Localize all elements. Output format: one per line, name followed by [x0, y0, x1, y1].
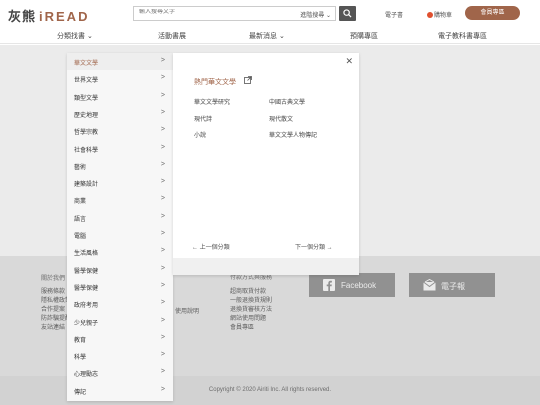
advanced-search-link[interactable]: 進階搜尋 ⌄: [300, 10, 331, 19]
search-icon: [343, 9, 352, 18]
category-item[interactable]: 類型文學 >: [67, 88, 173, 105]
chevron-right-icon: >: [160, 316, 165, 324]
nav-news[interactable]: 最新消息 ⌄: [249, 31, 285, 41]
subcategory-link[interactable]: 現代散文: [269, 114, 293, 123]
subcategory-panel: ✕ 熱門華文文學 華文文學研究 中國古典文學 現代詩 現代散文 小說 華文文學人…: [173, 53, 359, 275]
search-button[interactable]: [339, 6, 356, 21]
chevron-right-icon: >: [160, 57, 165, 64]
category-item[interactable]: 語言 >: [67, 209, 173, 226]
search-input[interactable]: [139, 9, 289, 15]
chevron-right-icon: >: [160, 299, 165, 307]
category-item[interactable]: 生活風格 >: [67, 243, 173, 260]
category-item[interactable]: 電腦 >: [67, 226, 173, 243]
subcategory-link[interactable]: 現代詩: [194, 114, 212, 123]
category-label: 建築設計: [74, 182, 99, 189]
category-label: 類型文學: [74, 95, 99, 102]
category-item[interactable]: 教育 >: [67, 330, 173, 347]
category-item[interactable]: 心理勵志 >: [67, 364, 173, 381]
category-item[interactable]: 少兒親子 >: [67, 313, 173, 330]
chevron-right-icon: >: [160, 281, 165, 289]
cart-badge-icon: [427, 12, 433, 19]
chevron-right-icon: >: [160, 368, 165, 376]
category-item[interactable]: 政府考用 >: [67, 295, 173, 312]
category-label: 教育: [74, 337, 87, 344]
logo-text-en: iREAD: [39, 9, 90, 24]
chevron-right-icon: >: [160, 212, 165, 220]
subcategory-link[interactable]: 華文文學研究: [194, 97, 230, 106]
category-label: 政府考用: [74, 303, 99, 310]
category-item[interactable]: 科學 >: [67, 347, 173, 364]
member-area-button[interactable]: 會員專區: [465, 6, 520, 20]
logo-text-cn: 灰熊: [8, 9, 37, 24]
category-label: 心理勵志: [74, 372, 99, 379]
nav-preorder[interactable]: 預購專區: [350, 31, 378, 41]
chevron-right-icon: >: [160, 143, 165, 151]
category-label: 少兒親子: [74, 320, 99, 327]
chevron-right-icon: >: [160, 230, 165, 237]
category-label: 生活風格: [74, 251, 99, 258]
site-logo[interactable]: 灰熊 iREAD: [8, 6, 89, 25]
category-label: 傳記: [74, 389, 87, 396]
chevron-right-icon: >: [160, 385, 165, 393]
category-label: 醫學保健: [74, 285, 99, 292]
category-item[interactable]: 華文文學 >: [67, 53, 173, 71]
cart-label: 購物車: [434, 13, 453, 19]
subcategory-link[interactable]: 小說: [194, 130, 206, 139]
chevron-right-icon: >: [160, 178, 165, 186]
category-item[interactable]: 醫學保健 >: [67, 261, 173, 278]
category-label: 社會科學: [74, 147, 99, 154]
chevron-right-icon: >: [160, 108, 165, 116]
category-item[interactable]: 建築設計 >: [67, 174, 173, 191]
category-item[interactable]: 世界文學 >: [67, 70, 173, 87]
chevron-right-icon: >: [160, 333, 165, 341]
subcategory-title[interactable]: 熱門華文文學: [194, 77, 236, 87]
category-item[interactable]: 社會科學 >: [67, 140, 173, 157]
nav-events[interactable]: 活動書展: [158, 31, 186, 41]
category-label: 華文文學: [74, 61, 99, 67]
category-label: 藝術: [74, 164, 87, 171]
close-icon[interactable]: ✕: [345, 56, 353, 67]
category-item[interactable]: 傳記 >: [67, 382, 173, 399]
category-label: 歷史地理: [74, 112, 99, 119]
nav-category[interactable]: 分類找書 ⌄: [57, 31, 93, 41]
category-menu: 華文文學 > 世界文學 > 類型文學 > 歷史地理 > 哲學宗教 > 社會科學 > 藝術 > …: [67, 53, 173, 401]
chevron-right-icon: >: [160, 91, 165, 99]
category-item[interactable]: 醫學保健 >: [67, 278, 173, 295]
category-item[interactable]: 藝術 >: [67, 157, 173, 174]
panel-footer-bar: [173, 258, 359, 275]
search-box: 進階搜尋 ⌄: [133, 6, 336, 21]
cart-link[interactable]: 購物車: [427, 10, 452, 19]
category-item[interactable]: 哲學宗教 >: [67, 122, 173, 139]
category-label: 科學: [74, 355, 87, 362]
next-category-link[interactable]: 下一個分類 →: [295, 242, 333, 251]
main-nav: 分類找書 ⌄ 活動書展 最新消息 ⌄ 預購專區 電子教科書專區: [0, 28, 540, 44]
chevron-right-icon: >: [160, 351, 165, 359]
site-header: 灰熊iREAD 進階搜尋 ⌄ 電子書 購物車 會員專區: [0, 0, 540, 28]
nav-etextbooks[interactable]: 電子教科書專區: [438, 31, 487, 41]
category-label: 商業: [74, 199, 87, 206]
ebook-link[interactable]: 電子書: [385, 10, 403, 19]
chevron-right-icon: >: [160, 264, 165, 272]
category-label: 哲學宗教: [74, 130, 99, 137]
category-label: 世界文學: [74, 78, 99, 85]
category-item[interactable]: 歷史地理 >: [67, 105, 173, 122]
chevron-right-icon: >: [160, 195, 165, 203]
subcategory-link[interactable]: 華文文學人物傳記: [269, 130, 317, 139]
chevron-right-icon: >: [160, 160, 165, 168]
prev-category-link[interactable]: ← 上一個分類: [192, 242, 230, 251]
category-item[interactable]: 商業 >: [67, 191, 173, 208]
subcategory-link[interactable]: 中國古典文學: [269, 97, 305, 106]
chevron-right-icon: >: [160, 247, 165, 255]
category-label: 醫學保健: [74, 268, 99, 275]
external-link-icon[interactable]: [244, 76, 252, 84]
category-label: 電腦: [74, 234, 87, 240]
chevron-right-icon: >: [160, 126, 165, 134]
category-label: 語言: [74, 216, 87, 223]
chevron-right-icon: >: [160, 74, 165, 82]
